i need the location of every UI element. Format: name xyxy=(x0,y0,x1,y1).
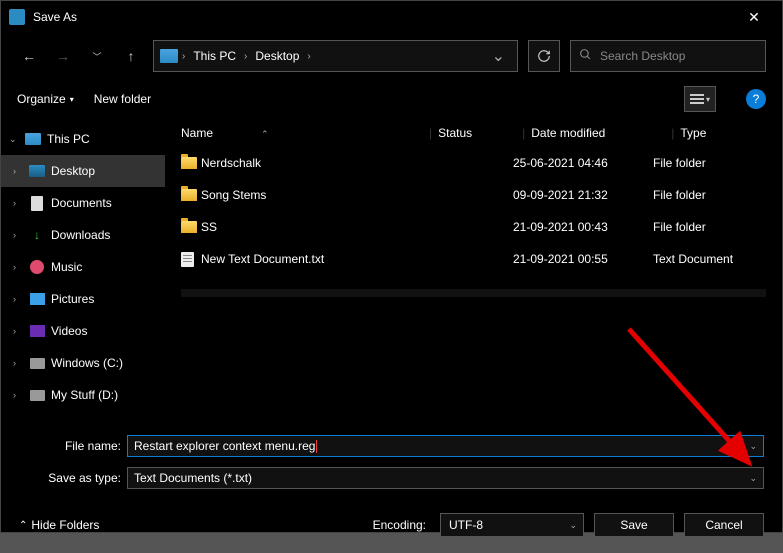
up-button[interactable]: ↑ xyxy=(119,44,143,68)
new-folder-button[interactable]: New folder xyxy=(94,92,151,106)
documents-icon xyxy=(31,196,43,211)
file-list: Name⌃ | Status | Date modified | Type Ne… xyxy=(165,119,782,419)
chevron-down-icon: ▾ xyxy=(706,95,710,104)
chevron-right-icon[interactable]: › xyxy=(13,326,23,336)
search-input[interactable]: Search Desktop xyxy=(570,40,766,72)
chevron-right-icon[interactable]: › xyxy=(13,230,23,240)
file-row[interactable]: Nerdschalk 25-06-2021 04:46 File folder xyxy=(165,147,782,179)
folder-icon xyxy=(181,221,197,233)
chevron-down-icon: ▾ xyxy=(70,95,74,104)
save-button[interactable]: Save xyxy=(594,513,674,537)
chevron-right-icon[interactable]: › xyxy=(13,166,23,176)
cancel-button[interactable]: Cancel xyxy=(684,513,764,537)
chevron-down-icon[interactable]: ⌄ xyxy=(9,134,19,145)
column-date[interactable]: Date modified xyxy=(531,126,671,140)
text-file-icon xyxy=(181,252,194,267)
recent-dropdown[interactable]: ﹀ xyxy=(85,44,109,68)
toolbar: Organize ▾ New folder ▾ ? xyxy=(1,79,782,119)
forward-button[interactable]: → xyxy=(51,44,75,68)
sidebar: ⌄ This PC › Desktop › Documents › ↓ Down… xyxy=(1,119,165,419)
chevron-right-icon[interactable]: › xyxy=(13,358,23,368)
list-icon xyxy=(690,93,704,105)
tree-documents[interactable]: › Documents xyxy=(1,187,165,219)
chevron-right-icon[interactable]: › xyxy=(13,390,23,400)
tree-music[interactable]: › Music xyxy=(1,251,165,283)
tree-desktop[interactable]: › Desktop xyxy=(1,155,165,187)
saveastype-label: Save as type: xyxy=(19,471,127,485)
chevron-right-icon[interactable]: › xyxy=(13,198,23,208)
chevron-down-icon[interactable]: ⌄ xyxy=(749,473,757,484)
save-as-dialog: Save As ✕ ← → ﹀ ↑ › This PC › Desktop › … xyxy=(0,0,783,533)
filename-label: File name: xyxy=(19,439,127,453)
column-name[interactable]: Name⌃ xyxy=(181,126,429,140)
pc-icon xyxy=(25,133,41,145)
text-cursor xyxy=(316,440,317,453)
chevron-right-icon[interactable]: › xyxy=(307,51,310,62)
search-icon xyxy=(579,48,592,64)
navigation-bar: ← → ﹀ ↑ › This PC › Desktop › ⌄ Search D… xyxy=(1,33,782,79)
save-fields: File name: Restart explorer context menu… xyxy=(1,419,782,491)
titlebar: Save As ✕ xyxy=(1,1,782,33)
filename-input[interactable]: Restart explorer context menu.reg ⌄ xyxy=(127,435,764,457)
music-icon xyxy=(30,260,44,274)
drive-icon xyxy=(30,390,45,401)
chevron-down-icon[interactable]: ⌄ xyxy=(569,520,577,531)
sort-indicator-icon: ⌃ xyxy=(261,129,269,139)
tree-this-pc[interactable]: ⌄ This PC xyxy=(1,123,165,155)
videos-icon xyxy=(30,325,45,337)
file-row[interactable]: SS 21-09-2021 00:43 File folder xyxy=(165,211,782,243)
refresh-button[interactable] xyxy=(528,40,560,72)
tree-videos[interactable]: › Videos xyxy=(1,315,165,347)
tree-drive-c[interactable]: › Windows (C:) xyxy=(1,347,165,379)
downloads-icon: ↓ xyxy=(29,227,45,243)
chevron-right-icon[interactable]: › xyxy=(244,51,247,62)
breadcrumb-this-pc[interactable]: This PC xyxy=(189,49,240,63)
hide-folders-toggle[interactable]: ⌃ Hide Folders xyxy=(19,518,99,532)
column-status[interactable]: Status xyxy=(438,126,522,140)
breadcrumb-dropdown[interactable]: ⌄ xyxy=(486,46,511,66)
chevron-up-icon: ⌃ xyxy=(19,520,27,531)
folder-icon xyxy=(181,189,197,201)
view-options-button[interactable]: ▾ xyxy=(684,86,716,112)
desktop-icon xyxy=(29,165,45,177)
dialog-footer: ⌃ Hide Folders Encoding: UTF-8 ⌄ Save Ca… xyxy=(1,497,782,553)
horizontal-scrollbar[interactable] xyxy=(181,289,766,297)
pictures-icon xyxy=(30,293,45,305)
saveastype-combo[interactable]: Text Documents (*.txt) ⌄ xyxy=(127,467,764,489)
folder-icon xyxy=(181,157,197,169)
chevron-down-icon[interactable]: ⌄ xyxy=(749,441,757,452)
encoding-combo[interactable]: UTF-8 ⌄ xyxy=(440,513,584,537)
tree-drive-d[interactable]: › My Stuff (D:) xyxy=(1,379,165,411)
drive-icon xyxy=(30,358,45,369)
chevron-right-icon[interactable]: › xyxy=(182,51,185,62)
organize-menu[interactable]: Organize ▾ xyxy=(17,92,74,106)
chevron-right-icon[interactable]: › xyxy=(13,294,23,304)
file-row[interactable]: New Text Document.txt 21-09-2021 00:55 T… xyxy=(165,243,782,275)
pc-icon xyxy=(160,49,178,63)
app-icon xyxy=(9,9,25,25)
column-headers: Name⌃ | Status | Date modified | Type xyxy=(165,119,782,147)
window-title: Save As xyxy=(33,10,734,24)
file-row[interactable]: Song Stems 09-09-2021 21:32 File folder xyxy=(165,179,782,211)
search-placeholder: Search Desktop xyxy=(600,49,685,63)
back-button[interactable]: ← xyxy=(17,44,41,68)
chevron-right-icon[interactable]: › xyxy=(13,262,23,272)
breadcrumb[interactable]: › This PC › Desktop › ⌄ xyxy=(153,40,518,72)
encoding-label: Encoding: xyxy=(373,518,426,532)
close-button[interactable]: ✕ xyxy=(734,9,774,26)
tree-downloads[interactable]: › ↓ Downloads xyxy=(1,219,165,251)
breadcrumb-desktop[interactable]: Desktop xyxy=(251,49,303,63)
column-type[interactable]: Type xyxy=(680,126,782,140)
tree-pictures[interactable]: › Pictures xyxy=(1,283,165,315)
help-button[interactable]: ? xyxy=(746,89,766,109)
